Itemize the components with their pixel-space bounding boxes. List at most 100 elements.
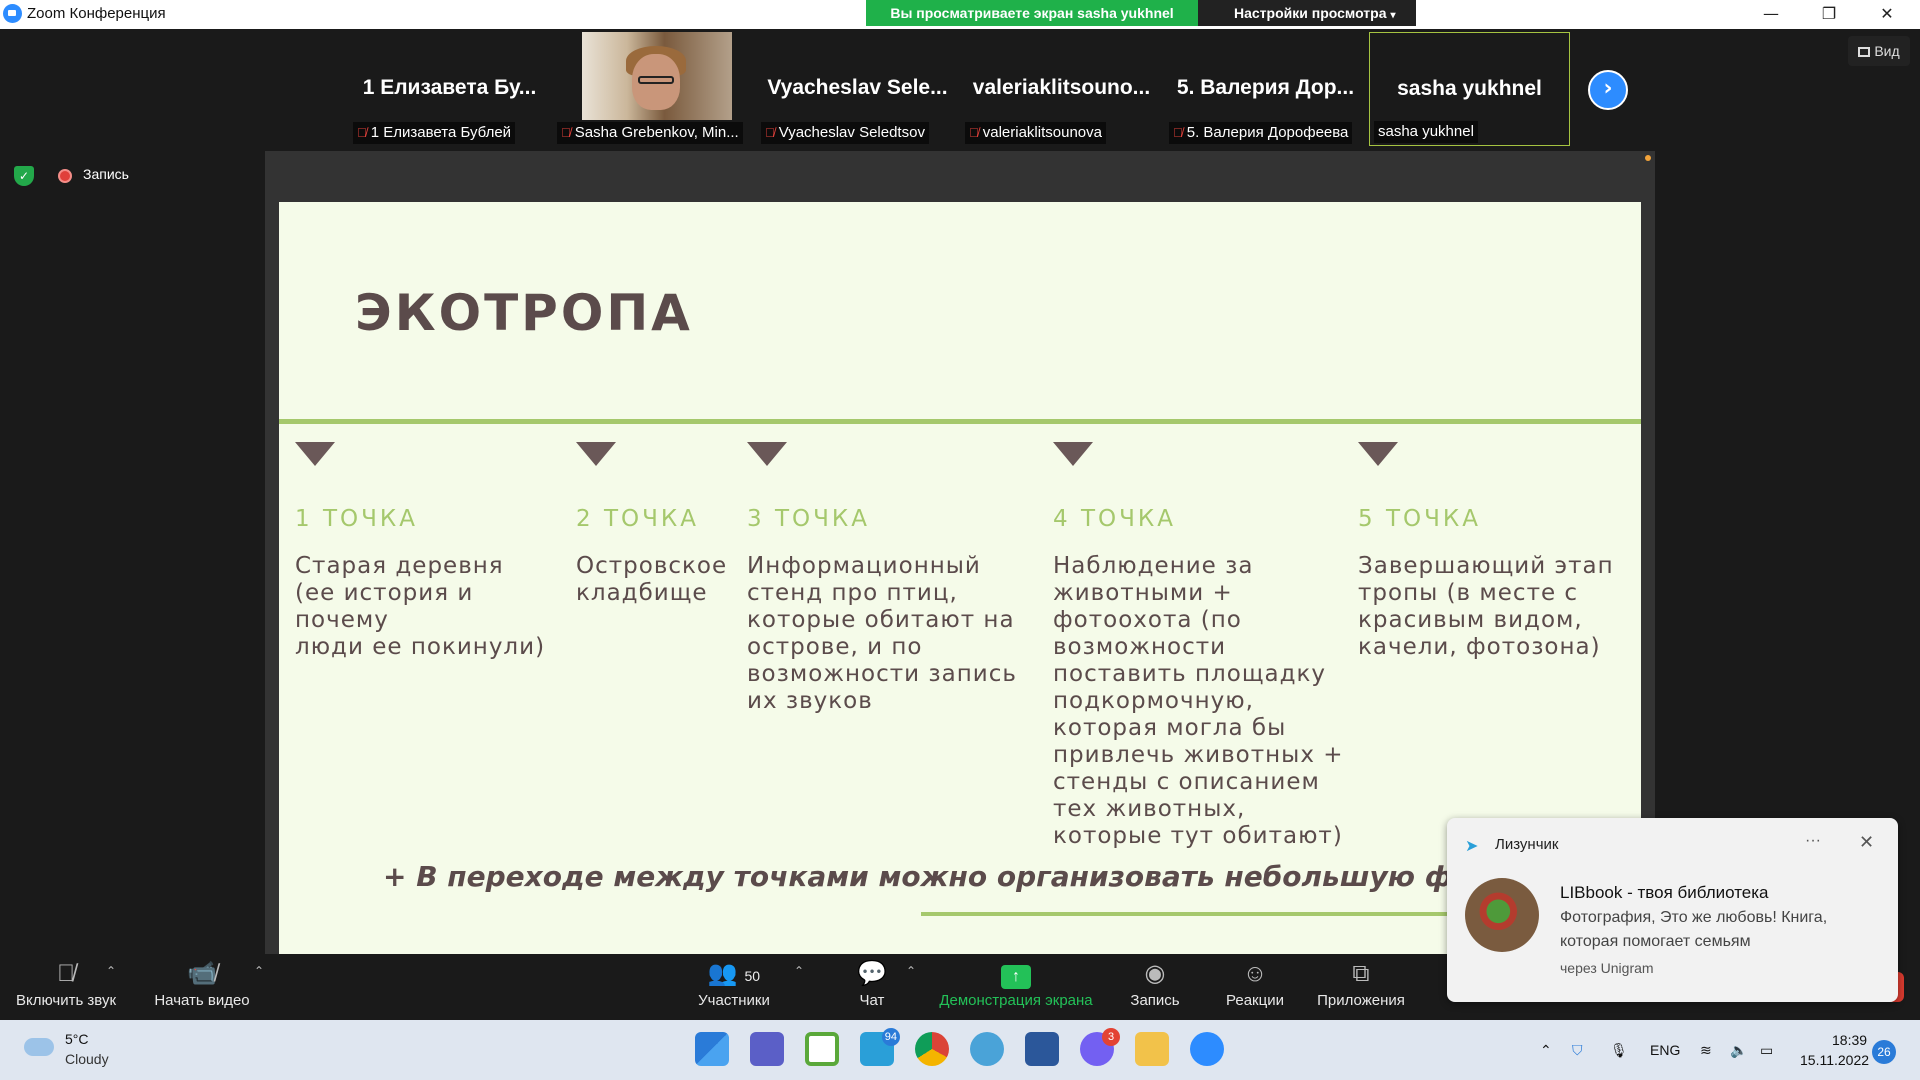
video-glasses xyxy=(638,76,674,84)
viber-badge: 3 xyxy=(1102,1028,1120,1046)
more-options-icon[interactable]: ··· xyxy=(1805,832,1821,850)
slide-point-column: 4 ТОЧКА Наблюдение за животными + фотоох… xyxy=(1053,442,1353,850)
close-icon[interactable]: ✕ xyxy=(1859,832,1874,853)
participant-name-bar: 🎙̸ 1 Елизавета Бублей xyxy=(353,122,516,144)
recording-label: Запись xyxy=(83,166,129,182)
volume-icon[interactable]: 🔈 xyxy=(1730,1042,1747,1059)
muted-mic-icon: 🎙̸ xyxy=(1173,125,1183,140)
triangle-marker-icon xyxy=(1358,442,1398,466)
triangle-marker-icon xyxy=(747,442,787,466)
record-button[interactable]: ◉ Запись xyxy=(1122,954,1188,1020)
unmute-label: Включить звук xyxy=(15,992,117,1009)
participants-label: Участники xyxy=(698,992,770,1009)
muted-mic-icon: 🎙̸ xyxy=(561,125,571,140)
participant-tile-active-speaker[interactable]: sasha yukhnel sasha yukhnel xyxy=(1369,32,1570,146)
point-label: 4 ТОЧКА xyxy=(1053,506,1176,532)
paint-icon[interactable] xyxy=(970,1032,1004,1066)
share-screen-label: Демонстрация экрана xyxy=(939,992,1093,1009)
participants-options-caret[interactable]: ⌃ xyxy=(794,964,804,978)
notification-title: LIBbook - твоя библиотека xyxy=(1560,883,1769,902)
view-button[interactable]: Вид xyxy=(1848,36,1910,66)
participants-button[interactable]: 👥 50 Участники xyxy=(692,954,776,1020)
triangle-marker-icon xyxy=(1053,442,1093,466)
notification-count-badge[interactable]: 26 xyxy=(1872,1040,1896,1064)
participant-label: Sasha Grebenkov, Min... xyxy=(574,124,739,141)
participant-tile[interactable]: 1 Елизавета Бу... 🎙̸ 1 Елизавета Бублей xyxy=(349,32,550,146)
point-label: 5 ТОЧКА xyxy=(1358,506,1481,532)
point-description: Информационный стенд про птиц, которые о… xyxy=(747,553,1017,714)
participant-big-name: valeriaklitsouno... xyxy=(972,76,1151,99)
chevron-down-icon: ▾ xyxy=(1390,10,1396,21)
minimize-icon[interactable]: — xyxy=(1742,0,1800,29)
apps-button[interactable]: ⧉ Приложения xyxy=(1312,954,1410,1020)
wifi-icon[interactable]: ≋ xyxy=(1700,1042,1712,1059)
participant-tile[interactable]: Vyacheslav Sele... 🎙̸ Vyacheslav Seledtso… xyxy=(757,32,958,146)
avatar xyxy=(1465,878,1539,952)
language-indicator[interactable]: ENG xyxy=(1650,1042,1680,1058)
status-dot xyxy=(1645,155,1651,161)
restore-icon[interactable]: ❐ xyxy=(1800,0,1858,29)
start-video-button[interactable]: 📹̸ Начать видео xyxy=(148,954,256,1020)
start-icon[interactable] xyxy=(695,1032,729,1066)
participant-big-name: 1 Елизавета Бу... xyxy=(362,76,537,99)
zoom-icon[interactable] xyxy=(1190,1032,1224,1066)
start-video-label: Начать видео xyxy=(154,992,250,1009)
teams-icon[interactable] xyxy=(750,1032,784,1066)
participant-tile[interactable]: 5. Валерия Дор... 🎙̸ 5. Валерия Дорофеева xyxy=(1165,32,1366,146)
close-icon[interactable]: ✕ xyxy=(1858,0,1916,29)
muted-mic-icon: 🎙̸ xyxy=(357,125,367,140)
clock-time[interactable]: 18:39 xyxy=(1832,1032,1867,1048)
reactions-label: Реакции xyxy=(1226,992,1284,1009)
participant-tile[interactable]: valeriaklitsouno... 🎙̸ valeriaklitsounova xyxy=(961,32,1162,146)
participant-big-name: sasha yukhnel xyxy=(1397,77,1542,100)
participant-label: 5. Валерия Дорофеева xyxy=(1186,124,1349,141)
recording-dot-icon xyxy=(58,169,72,183)
grid-icon xyxy=(1858,47,1871,57)
weather-condition[interactable]: Cloudy xyxy=(65,1051,109,1067)
telegram-icon[interactable]: 94 xyxy=(860,1028,900,1066)
participant-label: valeriaklitsounova xyxy=(982,124,1102,141)
share-screen-button[interactable]: ↑ Демонстрация экрана xyxy=(934,954,1098,1020)
mic-icon[interactable]: 🎙 xyxy=(1610,1042,1628,1059)
slide-title: ЭКОТРОПА xyxy=(355,284,693,342)
shield-icon[interactable]: ⛉ xyxy=(1572,1042,1583,1059)
telegram-badge: 94 xyxy=(881,1028,900,1046)
telegram-icon: ➤ xyxy=(1465,838,1479,855)
encryption-shield-icon[interactable]: ✓ xyxy=(14,166,34,186)
slide-point-column: 3 ТОЧКА Информационный стенд про птиц, к… xyxy=(747,442,1047,715)
next-page-button[interactable]: › xyxy=(1588,70,1628,110)
participant-tile[interactable]: 🎙̸ Sasha Grebenkov, Min... xyxy=(553,32,754,146)
reactions-button[interactable]: ☺ Реакции xyxy=(1216,954,1294,1020)
chevron-right-icon: › xyxy=(1603,76,1613,101)
participant-video xyxy=(582,32,732,120)
cloud-icon[interactable] xyxy=(24,1038,54,1056)
chrome-icon[interactable] xyxy=(915,1032,949,1066)
point-label: 2 ТОЧКА xyxy=(576,506,699,532)
utorrent-icon[interactable] xyxy=(805,1032,839,1066)
participant-big-name: 5. Валерия Дор... xyxy=(1176,76,1355,99)
chat-options-caret[interactable]: ⌃ xyxy=(906,964,916,978)
notification-toast[interactable]: ➤ Лизунчик ··· ✕ LIBbook - твоя библиоте… xyxy=(1447,818,1898,1002)
weather-temperature[interactable]: 5°C xyxy=(65,1031,89,1047)
chat-icon: 💬 xyxy=(857,960,887,987)
battery-icon[interactable]: ▭ xyxy=(1760,1042,1773,1059)
muted-mic-icon: 🎙̸ xyxy=(969,125,979,140)
window-title: Zoom Конференция xyxy=(27,5,166,22)
clock-date[interactable]: 15.11.2022 xyxy=(1800,1052,1869,1068)
point-label: 3 ТОЧКА xyxy=(747,506,870,532)
slide-point-column: 1 ТОЧКА Старая деревня (ее история и поч… xyxy=(295,442,575,661)
view-options-dropdown[interactable]: Настройки просмотра ▾ xyxy=(1198,0,1416,26)
window-titlebar: Zoom Конференция Вы просматриваете экран… xyxy=(0,0,1920,29)
video-options-caret[interactable]: ⌃ xyxy=(254,964,264,978)
notification-sender: Лизунчик xyxy=(1495,836,1559,853)
point-description: Завершающий этап тропы (в месте с красив… xyxy=(1358,553,1614,660)
chat-button[interactable]: 💬 Чат xyxy=(848,954,896,1020)
file-explorer-icon[interactable] xyxy=(1135,1032,1169,1066)
participant-name-bar: sasha yukhnel xyxy=(1374,121,1478,143)
viber-icon[interactable]: 3 xyxy=(1080,1028,1120,1066)
chat-label: Чат xyxy=(859,992,885,1009)
chevron-up-icon[interactable]: ⌃ xyxy=(1540,1042,1552,1059)
point-label: 1 ТОЧКА xyxy=(295,506,418,532)
word-icon[interactable] xyxy=(1025,1032,1059,1066)
audio-options-caret[interactable]: ⌃ xyxy=(106,964,116,978)
